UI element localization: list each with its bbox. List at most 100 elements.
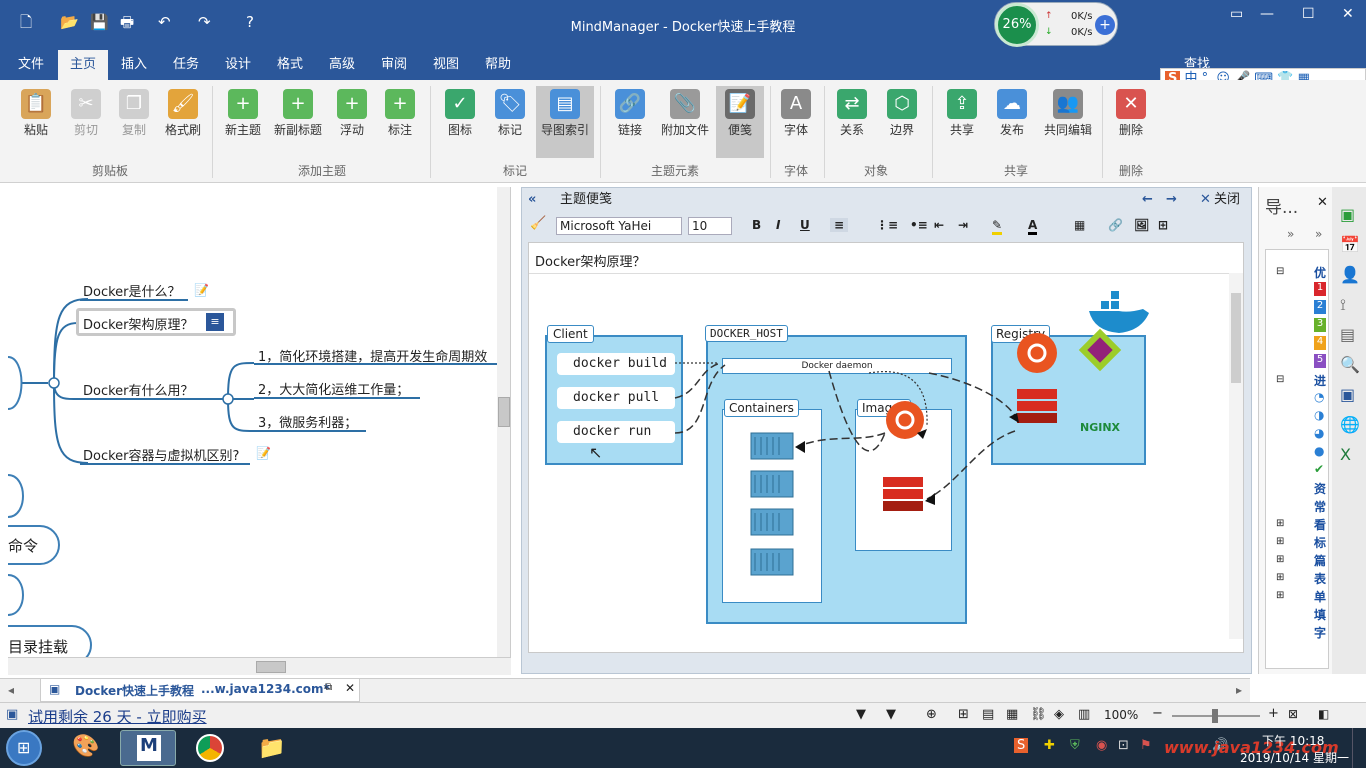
focus-icon[interactable]: ⊕ (926, 707, 937, 722)
maximize-button[interactable]: ☐ (1302, 6, 1315, 22)
taskbar-mindmanager[interactable]: M (120, 730, 176, 766)
tree-item[interactable]: 标 (1314, 534, 1326, 551)
font-size-select[interactable]: 10 (688, 217, 732, 235)
subtopic-microservice[interactable]: 3，微服务利器； (258, 412, 357, 431)
filter-icon[interactable]: ▼ (856, 707, 866, 722)
tree-item[interactable]: 填 (1314, 606, 1326, 623)
new-topic-button[interactable]: + 新主题 (220, 86, 266, 138)
clock-date[interactable]: 2019/10/14 星期一 (1240, 749, 1349, 766)
menu-insert[interactable]: 插入 (112, 50, 156, 80)
notes-document[interactable]: Docker架构原理？ Client docker build docker p… (528, 242, 1244, 653)
show-desktop-button[interactable] (1352, 728, 1366, 768)
prev-arrow-icon[interactable]: ← (1142, 188, 1153, 212)
notes-vscroll-thumb[interactable] (1231, 293, 1241, 383)
clock-time[interactable]: 下午 10:18 (1262, 732, 1324, 749)
close-tab-icon[interactable]: ✕ (345, 681, 355, 695)
boundary-button[interactable]: ⬡ 边界 (882, 86, 922, 138)
tree-item[interactable]: 资 (1314, 480, 1326, 497)
tray-app-icon[interactable]: ◉ (1096, 738, 1107, 753)
tray-flag-icon[interactable]: ⚑ (1140, 738, 1152, 753)
tray-plus-icon[interactable]: ✚ (1044, 738, 1055, 753)
menu-view[interactable]: 视图 (424, 50, 468, 80)
zoom-out-icon[interactable]: − (1152, 706, 1163, 721)
schedule-view-icon[interactable]: ▦ (1006, 707, 1018, 722)
taskbar-app-color-icon[interactable]: 🎨 (58, 730, 114, 766)
index-tab-icon[interactable]: ▣ (1340, 205, 1355, 224)
close-button[interactable]: ✕ (1342, 6, 1354, 22)
network-speed-widget[interactable]: 26% ↑ 0K/s ↓ 0K/s + (994, 2, 1118, 47)
attach-file-button[interactable]: 📎 附加文件 (656, 86, 714, 138)
scroll-right-icon[interactable]: ▸ (1236, 683, 1242, 697)
cut-button[interactable]: ✂ 剪切 (64, 86, 108, 138)
expand-node-icon[interactable]: ⊞ (1276, 536, 1284, 547)
bullet-list-icon[interactable]: •≡ (910, 218, 928, 232)
restore-ribbon-icon[interactable]: ▭ (1230, 6, 1243, 22)
indent-icon[interactable]: ⇥ (958, 218, 968, 232)
copy-button[interactable]: ❐ 复制 (112, 86, 156, 138)
trial-link[interactable]: 试用剩余 26 天 - 立即购买 (28, 706, 207, 727)
eraser-icon[interactable]: 🧹 (530, 216, 546, 231)
coedit-button[interactable]: 👥 共同编辑 (1040, 86, 1096, 138)
start-button[interactable]: ⊞ (6, 730, 42, 766)
outdent-icon[interactable]: ⇤ (934, 218, 944, 232)
topic-what-is-docker[interactable]: Docker是什么？ (83, 281, 181, 300)
zoom-in-icon[interactable]: + (1268, 706, 1279, 721)
menu-format[interactable]: 格式 (268, 50, 312, 80)
expand-icon[interactable]: » (1315, 227, 1322, 241)
menu-help[interactable]: 帮助 (476, 50, 520, 80)
task-tab-icon[interactable]: 📅 (1340, 235, 1360, 254)
note-icon[interactable]: 📝 (194, 283, 209, 297)
tray-sogou-icon[interactable]: S (1014, 738, 1029, 753)
scroll-left-icon[interactable]: ◂ (8, 683, 14, 697)
underline-icon[interactable]: U (800, 218, 810, 232)
minimize-button[interactable]: — (1260, 6, 1274, 22)
subtopic-simplify-ops[interactable]: 2，大大简化运维工作量； (258, 379, 409, 398)
menu-review[interactable]: 审阅 (372, 50, 416, 80)
next-arrow-icon[interactable]: → (1166, 188, 1177, 212)
overview-tab-icon[interactable]: ▣ (1340, 385, 1355, 404)
map-horizontal-scrollbar[interactable] (8, 657, 511, 675)
browser-tab-icon[interactable]: 🌐 (1340, 415, 1360, 434)
fit-icon[interactable]: ⊠ (1288, 707, 1298, 721)
delete-button[interactable]: ✕ 删除 (1110, 86, 1152, 138)
expand-node-icon[interactable]: ⊞ (1276, 518, 1284, 529)
relationship-button[interactable]: ⇄ 关系 (832, 86, 872, 138)
index-tree[interactable]: 优 1 2 3 4 5 进 ◔ ◑ ◕ ● ✔ 资 常 看 标 篇 表 单 填 … (1265, 249, 1329, 669)
fit-map-icon[interactable]: ⊞ (958, 707, 969, 722)
taskbar-chrome[interactable] (182, 730, 238, 766)
insert-object-icon[interactable]: ⊞ (1158, 218, 1168, 232)
hyperlink-icon[interactable]: 🔗 (1108, 218, 1123, 232)
collapse-left-icon[interactable]: « (528, 188, 536, 212)
expand-icon[interactable]: » (1287, 227, 1294, 241)
align-left-icon[interactable]: ≡ (830, 218, 849, 232)
search-tab-icon[interactable]: 🔍 (1340, 355, 1360, 374)
icon-button[interactable]: ✓ 图标 (438, 86, 482, 138)
menu-task[interactable]: 任务 (164, 50, 208, 80)
font-color-icon[interactable]: A (1028, 218, 1038, 235)
bold-icon[interactable]: B (752, 218, 761, 232)
map-scroll-thumb[interactable] (498, 397, 510, 427)
map-index-button[interactable]: ▤ 导图索引 (536, 86, 594, 158)
map-hscroll-thumb[interactable] (256, 661, 286, 673)
menu-home[interactable]: 主页 (58, 50, 108, 80)
italic-icon[interactable]: I (776, 218, 780, 232)
mind-map-canvas[interactable]: Docker是什么？ 📝 Docker架构原理？ ≡ Docker有什么用？ 1… (8, 187, 511, 657)
tree-item[interactable]: 优 (1314, 264, 1326, 281)
menu-advanced[interactable]: 高级 (320, 50, 364, 80)
tag-button[interactable]: 🏷 标记 (488, 86, 532, 138)
excel-tab-icon[interactable]: X (1340, 445, 1351, 464)
collapse-icon[interactable]: ⊟ (1276, 266, 1284, 277)
link-button[interactable]: 🔗 链接 (608, 86, 652, 138)
format-painter-button[interactable]: 🖌 格式刷 (160, 86, 206, 138)
tree-item[interactable]: 单 (1314, 588, 1326, 605)
tag-view-icon[interactable]: ◈ (1054, 707, 1064, 722)
menu-file[interactable]: 文件 (10, 50, 52, 80)
map-parts-tab-icon[interactable]: ⟟ (1340, 295, 1346, 315)
gantt-view-icon[interactable]: ▥ (1078, 707, 1090, 722)
notes-close-button[interactable]: 关闭 (1214, 188, 1240, 212)
notes-button[interactable]: 📝 便笺 (716, 86, 764, 158)
note-icon[interactable]: ≡ (206, 313, 224, 331)
library-tab-icon[interactable]: ▤ (1340, 325, 1355, 344)
collapse-icon[interactable]: ⊟ (1276, 374, 1284, 385)
close-x-icon[interactable]: ✕ (1317, 195, 1328, 210)
